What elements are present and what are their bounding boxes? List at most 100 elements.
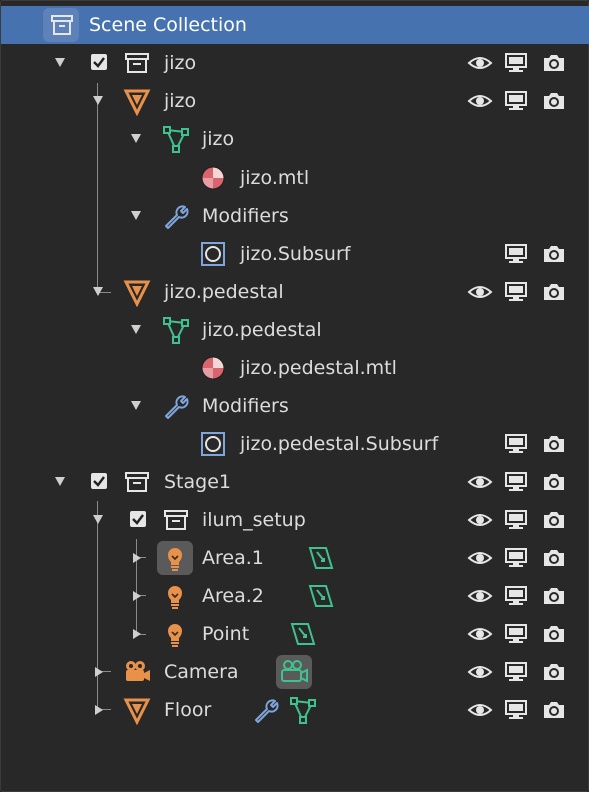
disclosure-triangle[interactable] xyxy=(93,96,103,105)
expand-arrow[interactable] xyxy=(133,591,141,601)
disclosure-triangle[interactable] xyxy=(131,401,141,410)
monitor-icon[interactable] xyxy=(503,431,529,457)
exclude-checkbox[interactable] xyxy=(91,473,107,489)
light-label: Point xyxy=(202,623,250,645)
camera-render-icon[interactable] xyxy=(541,659,567,685)
disclosure-triangle[interactable] xyxy=(131,325,141,334)
wrench-icon xyxy=(161,391,191,421)
mesh-object-icon xyxy=(122,86,152,116)
eye-icon[interactable] xyxy=(467,697,493,723)
eye-icon[interactable] xyxy=(467,279,493,305)
object-row-jizo-pedestal[interactable]: jizo.pedestal xyxy=(1,273,589,311)
camera-render-icon[interactable] xyxy=(541,88,567,114)
material-label: jizo.pedestal.mtl xyxy=(240,357,397,379)
light-row-point[interactable]: Point xyxy=(1,615,589,653)
camera-render-icon[interactable] xyxy=(541,697,567,723)
material-label: jizo.mtl xyxy=(240,167,310,189)
camera-render-icon[interactable] xyxy=(541,583,567,609)
mesh-data-label: jizo xyxy=(202,128,235,150)
material-icon xyxy=(198,163,228,193)
subsurf-modifier-icon xyxy=(198,429,228,459)
monitor-icon[interactable] xyxy=(503,659,529,685)
light-row-area1[interactable]: Area.1 xyxy=(1,539,589,577)
eye-icon[interactable] xyxy=(467,88,493,114)
monitor-icon[interactable] xyxy=(503,241,529,267)
expand-arrow[interactable] xyxy=(133,553,141,563)
expand-arrow[interactable] xyxy=(95,705,103,715)
disclosure-triangle[interactable] xyxy=(93,287,103,296)
mesh-data-row-jizo-pedestal[interactable]: jizo.pedestal xyxy=(1,311,589,349)
mesh-object-icon xyxy=(122,277,152,307)
scene-collection-row[interactable]: Scene Collection xyxy=(1,6,589,44)
camera-render-icon[interactable] xyxy=(541,279,567,305)
disclosure-triangle[interactable] xyxy=(131,211,141,220)
monitor-icon[interactable] xyxy=(503,88,529,114)
material-row-jizo-pedestal[interactable]: jizo.pedestal.mtl xyxy=(1,349,589,387)
scene-collection-icon xyxy=(47,10,77,40)
camera-render-icon[interactable] xyxy=(541,50,567,76)
eye-icon[interactable] xyxy=(467,659,493,685)
camera-render-icon[interactable] xyxy=(541,469,567,495)
monitor-icon[interactable] xyxy=(503,469,529,495)
material-row-jizo[interactable]: jizo.mtl xyxy=(1,159,589,197)
collection-row-stage1[interactable]: Stage1 xyxy=(1,463,589,501)
object-label: Camera xyxy=(164,661,239,683)
scene-collection-label: Scene Collection xyxy=(89,14,247,36)
monitor-icon[interactable] xyxy=(503,697,529,723)
object-row-floor[interactable]: Floor xyxy=(1,691,589,729)
collection-icon xyxy=(122,467,152,497)
light-row-area2[interactable]: Area.2 xyxy=(1,577,589,615)
camera-render-icon[interactable] xyxy=(541,431,567,457)
eye-icon[interactable] xyxy=(467,621,493,647)
monitor-icon[interactable] xyxy=(503,50,529,76)
light-data-icon[interactable] xyxy=(305,581,335,611)
eye-icon[interactable] xyxy=(467,507,493,533)
modifiers-row-jizo[interactable]: Modifiers xyxy=(1,197,589,235)
object-label: Floor xyxy=(164,699,212,721)
camera-data-icon[interactable] xyxy=(279,657,309,687)
eye-icon[interactable] xyxy=(467,50,493,76)
monitor-icon[interactable] xyxy=(503,583,529,609)
modifiers-label: Modifiers xyxy=(202,205,289,227)
disclosure-triangle[interactable] xyxy=(93,515,103,524)
modifier-row-jizo-pedestal-subsurf[interactable]: jizo.pedestal.Subsurf xyxy=(1,425,589,463)
exclude-checkbox[interactable] xyxy=(130,511,146,527)
eye-icon[interactable] xyxy=(467,545,493,571)
disclosure-triangle[interactable] xyxy=(55,477,65,486)
camera-render-icon[interactable] xyxy=(541,545,567,571)
eye-icon[interactable] xyxy=(467,583,493,609)
camera-row[interactable]: Camera xyxy=(1,653,589,691)
modifiers-label: Modifiers xyxy=(202,395,289,417)
mesh-data-row-jizo[interactable]: jizo xyxy=(1,120,589,158)
light-data-icon[interactable] xyxy=(305,543,335,573)
modifier-label: jizo.Subsurf xyxy=(240,243,351,265)
light-label: Area.1 xyxy=(202,547,264,569)
light-icon xyxy=(160,619,190,649)
mesh-data-icon[interactable] xyxy=(288,695,318,725)
modifier-row-jizo-subsurf[interactable]: jizo.Subsurf xyxy=(1,235,589,273)
disclosure-triangle[interactable] xyxy=(55,58,65,67)
camera-render-icon[interactable] xyxy=(541,621,567,647)
collection-icon xyxy=(161,505,191,535)
subsurf-modifier-icon xyxy=(198,239,228,269)
light-data-icon[interactable] xyxy=(287,619,317,649)
expand-arrow[interactable] xyxy=(95,667,103,677)
camera-icon xyxy=(122,657,152,687)
disclosure-triangle[interactable] xyxy=(131,134,141,143)
monitor-icon[interactable] xyxy=(503,621,529,647)
object-row-jizo[interactable]: jizo xyxy=(1,82,589,120)
exclude-checkbox[interactable] xyxy=(91,54,107,70)
camera-render-icon[interactable] xyxy=(541,241,567,267)
object-label: jizo.pedestal xyxy=(164,281,284,303)
modifiers-row-jizo-pedestal[interactable]: Modifiers xyxy=(1,387,589,425)
monitor-icon[interactable] xyxy=(503,545,529,571)
collection-row-ilum-setup[interactable]: ilum_setup xyxy=(1,501,589,539)
wrench-icon[interactable] xyxy=(251,695,281,725)
monitor-icon[interactable] xyxy=(503,279,529,305)
eye-icon[interactable] xyxy=(467,469,493,495)
camera-render-icon[interactable] xyxy=(541,507,567,533)
mesh-data-icon xyxy=(161,124,191,154)
expand-arrow[interactable] xyxy=(133,629,141,639)
collection-row-jizo[interactable]: jizo xyxy=(1,44,589,82)
monitor-icon[interactable] xyxy=(503,507,529,533)
